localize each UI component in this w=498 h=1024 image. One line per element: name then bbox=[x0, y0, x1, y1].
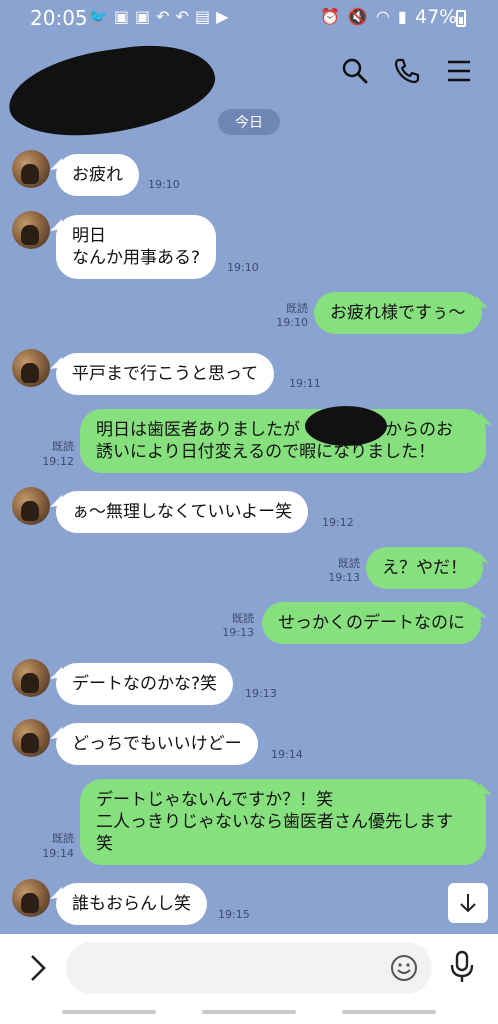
avatar[interactable] bbox=[12, 659, 50, 697]
scroll-to-bottom-button[interactable] bbox=[448, 883, 488, 923]
back-button[interactable] bbox=[342, 1010, 436, 1014]
message-time: 19:10 bbox=[148, 178, 180, 191]
avatar[interactable] bbox=[12, 211, 50, 249]
photo-icon: ▣ bbox=[135, 7, 151, 26]
message-time: 19:11 bbox=[289, 377, 321, 390]
redacted-contact-name bbox=[3, 35, 221, 147]
system-icons: ⏰ 🔇 ◠ ▮ bbox=[320, 7, 407, 26]
incoming-message[interactable]: 誰もおらんし笑 bbox=[56, 883, 207, 925]
alarm-icon: ⏰ bbox=[320, 7, 340, 26]
message-time: 19:10 bbox=[276, 316, 308, 329]
expand-menu-button[interactable] bbox=[24, 952, 52, 984]
read-receipt: 既読 bbox=[52, 832, 74, 845]
avatar[interactable] bbox=[12, 719, 50, 757]
outgoing-message[interactable]: 明日は歯医者ありましたが んからのお 誘いにより日付変えるので暇になりました！ bbox=[80, 409, 486, 473]
wifi-icon: ◠ bbox=[375, 7, 390, 26]
outgoing-message[interactable]: せっかくのデートなのに bbox=[262, 602, 481, 644]
share-icon: ↶ bbox=[175, 7, 189, 26]
system-navigation-bar bbox=[0, 1002, 498, 1024]
microphone-icon bbox=[450, 950, 474, 982]
search-icon[interactable] bbox=[340, 56, 370, 86]
outgoing-message[interactable]: デートじゃないんですか？！笑 二人っきりじゃないなら歯医者さん優先します 笑 bbox=[80, 779, 486, 865]
incoming-message[interactable]: ぁ〜無理しなくていいよー笑 bbox=[56, 491, 309, 533]
message-time: 19:12 bbox=[42, 455, 74, 468]
message-time: 19:13 bbox=[222, 626, 254, 639]
status-time: 20:05 bbox=[30, 6, 88, 30]
mute-icon: 🔇 bbox=[347, 7, 368, 26]
message-time: 19:14 bbox=[271, 748, 303, 761]
message-time: 19:12 bbox=[322, 516, 354, 529]
outgoing-message[interactable]: え？やだ！ bbox=[366, 547, 483, 589]
message-time: 19:14 bbox=[42, 847, 74, 860]
menu-icon[interactable] bbox=[444, 56, 474, 86]
message-time: 19:13 bbox=[328, 571, 360, 584]
emoji-icon bbox=[391, 955, 417, 981]
incoming-message[interactable]: 明日 なんか用事ある? bbox=[56, 215, 217, 279]
avatar[interactable] bbox=[12, 150, 50, 188]
emoji-button[interactable] bbox=[390, 954, 418, 982]
signal-icon: ▮ bbox=[397, 7, 407, 26]
battery-icon bbox=[456, 10, 466, 27]
message-input[interactable] bbox=[66, 942, 432, 994]
status-bar: 20:05 🐦 ▣ ▣ ↶ ↶ ▤ ▶ ⏰ 🔇 ◠ ▮ 47% bbox=[0, 0, 498, 36]
briefcase-icon: ▤ bbox=[194, 7, 211, 26]
twitter-icon: 🐦 bbox=[88, 7, 108, 26]
notification-icons: 🐦 ▣ ▣ ↶ ↶ ▤ ▶ bbox=[88, 7, 228, 26]
avatar[interactable] bbox=[12, 487, 50, 525]
incoming-message[interactable]: お疲れ bbox=[56, 154, 139, 196]
message-time: 19:15 bbox=[218, 908, 250, 921]
avatar[interactable] bbox=[12, 349, 50, 387]
read-receipt: 既読 bbox=[286, 302, 308, 315]
arrow-down-icon bbox=[460, 894, 476, 913]
avatar[interactable] bbox=[12, 879, 50, 917]
incoming-message[interactable]: 平戸まで行こうと思って bbox=[56, 353, 275, 395]
home-button[interactable] bbox=[202, 1010, 296, 1014]
read-receipt: 既読 bbox=[52, 440, 74, 453]
incoming-message[interactable]: どっちでもいいけどー bbox=[56, 723, 258, 765]
youtube-icon: ▶ bbox=[216, 7, 229, 26]
chevron-right-icon bbox=[31, 955, 46, 981]
voice-input-button[interactable] bbox=[448, 950, 476, 984]
recent-apps-button[interactable] bbox=[62, 1010, 156, 1014]
share-icon: ↶ bbox=[156, 7, 170, 26]
outgoing-message[interactable]: お疲れ様ですぅ〜 bbox=[314, 292, 482, 334]
chat-header bbox=[0, 35, 498, 147]
message-input-bar bbox=[0, 934, 498, 1002]
redacted-name-blot bbox=[305, 406, 387, 446]
message-time: 19:13 bbox=[245, 687, 277, 700]
read-receipt: 既読 bbox=[232, 612, 254, 625]
date-separator: 今日 bbox=[218, 109, 280, 135]
read-receipt: 既読 bbox=[338, 557, 360, 570]
message-time: 19:10 bbox=[227, 261, 259, 274]
phone-icon[interactable] bbox=[392, 56, 422, 86]
incoming-message[interactable]: デートなのかな?笑 bbox=[56, 663, 234, 705]
cat-icon: ▣ bbox=[113, 7, 130, 26]
battery-percent: 47% bbox=[415, 6, 458, 28]
